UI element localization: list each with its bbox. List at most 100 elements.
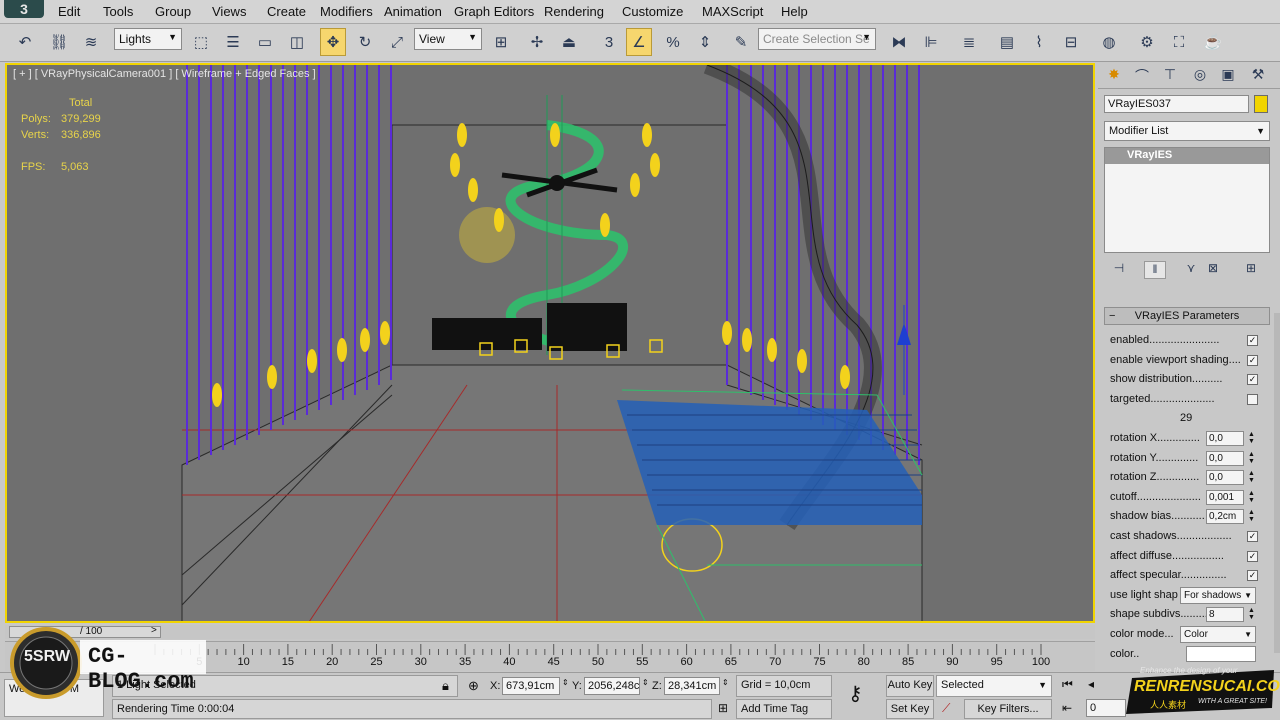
percent-snap-icon[interactable]: % <box>660 28 686 56</box>
schematic-view-icon[interactable]: ⊟ <box>1058 28 1084 56</box>
current-frame-field[interactable]: 0 <box>1086 699 1126 717</box>
named-selection-input[interactable]: Create Selection Se ▼ <box>758 28 876 50</box>
y-coordinate-field[interactable]: 2056,248c <box>584 677 640 695</box>
pin-stack-icon[interactable]: ⊣ <box>1108 261 1130 279</box>
menu-help[interactable]: Help <box>781 4 808 19</box>
menu-views[interactable]: Views <box>212 4 246 19</box>
show-end-result-icon[interactable]: ‖ <box>1144 261 1166 279</box>
edit-named-selections-icon[interactable]: ✎ <box>728 28 754 56</box>
window-crossing-icon[interactable]: ◫ <box>284 28 310 56</box>
spinner-arrows-icon[interactable]: ▲ ▼ <box>1248 490 1255 504</box>
layer-manager-icon[interactable]: ≣ <box>956 28 982 56</box>
key-filters-button[interactable]: Key Filters... <box>964 699 1052 719</box>
rollout-vrayies-parameters[interactable]: − VRayIES Parameters <box>1104 307 1270 325</box>
rotate-icon[interactable]: ↻ <box>352 28 378 56</box>
menu-animation[interactable]: Animation <box>384 4 442 19</box>
menu-tools[interactable]: Tools <box>103 4 133 19</box>
unlink-icon[interactable]: ⛓ <box>46 28 72 56</box>
previous-frame-icon[interactable]: ◂ <box>1088 677 1094 691</box>
graphite-ribbon-icon[interactable]: ▤ <box>994 28 1020 56</box>
move-icon[interactable]: ✥ <box>320 28 346 56</box>
spinner-icon[interactable]: ⇕ <box>562 678 569 687</box>
selection-filter-select[interactable]: Lights ▼ <box>114 28 182 50</box>
viewport-label[interactable]: [ + ] [ VRayPhysicalCamera001 ] [ Wirefr… <box>13 68 316 80</box>
perspective-viewport[interactable]: [ + ] [ VRayPhysicalCamera001 ] [ Wirefr… <box>5 63 1095 623</box>
align-icon[interactable]: ⊫ <box>918 28 944 56</box>
material-editor-icon[interactable]: ◍ <box>1096 28 1122 56</box>
param-checkbox[interactable]: ✓ <box>1247 374 1258 386</box>
param-checkbox[interactable]: ✓ <box>1247 531 1258 542</box>
param-checkbox[interactable]: ✓ <box>1247 550 1258 562</box>
command-panel-scrollbar[interactable] <box>1274 313 1280 653</box>
set-key-icon[interactable]: ⚷ <box>848 681 863 706</box>
lock-selection-icon[interactable]: 🔒︎ <box>442 678 449 694</box>
scale-icon[interactable]: ⤢ <box>384 28 410 56</box>
curve-editor-icon[interactable]: ⌇ <box>1026 28 1052 56</box>
menu-graph-editors[interactable]: Graph Editors <box>454 4 534 19</box>
menu-create[interactable]: Create <box>267 4 306 19</box>
display-tab-icon[interactable]: ▣ <box>1216 66 1240 86</box>
key-mode-select[interactable]: Selected ▼ <box>936 675 1052 697</box>
param-dropdown[interactable]: Color ▼ <box>1180 626 1256 643</box>
set-key-button[interactable]: Set Key <box>886 699 934 719</box>
rendered-frame-window-icon[interactable]: ⛶ <box>1166 28 1192 56</box>
spinner-icon[interactable]: ⇕ <box>722 678 729 687</box>
object-name-field[interactable]: VRayIES037 <box>1104 95 1249 113</box>
spinner-snap-icon[interactable]: ⇕ <box>692 28 718 56</box>
x-coordinate-field[interactable]: 673,91cm <box>502 677 560 695</box>
color-swatch[interactable] <box>1186 645 1256 662</box>
motion-tab-icon[interactable]: ◎ <box>1188 66 1212 86</box>
create-tab-icon[interactable]: ✸ <box>1102 66 1126 86</box>
time-tag-icon[interactable]: ⊞ <box>718 701 728 715</box>
z-coordinate-field[interactable]: 28,341cm <box>664 677 720 695</box>
spinner-arrows-icon[interactable]: ▲ ▼ <box>1248 607 1255 621</box>
param-spinner-field[interactable]: 0,2cm <box>1206 509 1244 525</box>
param-checkbox[interactable]: ✓ <box>1247 354 1258 366</box>
param-checkbox[interactable] <box>1247 393 1258 405</box>
spinner-arrows-icon[interactable]: ▲ ▼ <box>1248 431 1255 445</box>
stack-item-vrayies[interactable]: VRayIES <box>1105 148 1269 164</box>
modify-tab-icon[interactable]: ⌒ <box>1130 66 1154 86</box>
param-spinner-field[interactable]: 0,0 <box>1206 450 1244 466</box>
select-by-name-icon[interactable]: ☰ <box>220 28 246 56</box>
param-spinner-field[interactable]: 0,001 <box>1206 489 1244 505</box>
menu-edit[interactable]: Edit <box>58 4 80 19</box>
go-to-start-icon[interactable]: ⏮ <box>1062 677 1073 692</box>
param-spinner-field[interactable]: 0,0 <box>1206 470 1244 486</box>
make-unique-icon[interactable]: ⋎ <box>1180 261 1202 279</box>
mirror-icon[interactable]: ⧓ <box>886 28 912 56</box>
add-time-tag-button[interactable]: Add Time Tag <box>736 699 832 719</box>
menu-modifiers[interactable]: Modifiers <box>320 4 373 19</box>
rect-selection-icon[interactable]: ▭ <box>252 28 278 56</box>
spinner-icon[interactable]: ⇕ <box>642 678 649 687</box>
angle-snap-icon[interactable]: ∠ <box>626 28 652 56</box>
undo-icon[interactable]: ↶ <box>12 28 38 56</box>
menu-maxscript[interactable]: MAXScript <box>702 4 763 19</box>
render-production-icon[interactable]: ☕ <box>1200 28 1226 56</box>
app-logo-button[interactable]: 3 <box>4 0 44 18</box>
select-manipulate-icon[interactable]: ✢ <box>524 28 550 56</box>
param-spinner-field[interactable]: 0,0 <box>1206 431 1244 446</box>
ref-coord-select[interactable]: View ▼ <box>414 28 482 50</box>
bind-spacewarp-icon[interactable]: ≋ <box>78 28 104 56</box>
modifier-list-select[interactable]: Modifier List ▼ <box>1104 121 1270 141</box>
spinner-arrows-icon[interactable]: ▲ ▼ <box>1248 470 1255 484</box>
key-mode-toggle-icon[interactable]: ⇤ <box>1062 701 1072 715</box>
param-checkbox[interactable]: ✓ <box>1247 570 1258 582</box>
menu-customize[interactable]: Customize <box>622 4 683 19</box>
auto-key-button[interactable]: Auto Key <box>886 675 934 697</box>
absolute-mode-icon[interactable]: ⊕ <box>468 678 479 694</box>
pivot-center-icon[interactable]: ⊞ <box>488 28 514 56</box>
select-object-icon[interactable]: ⬚ <box>188 28 214 56</box>
spinner-arrows-icon[interactable]: ▲ ▼ <box>1248 451 1255 465</box>
remove-modifier-icon[interactable]: ⊠ <box>1202 261 1224 279</box>
menu-group[interactable]: Group <box>155 4 191 19</box>
snaps-toggle-icon[interactable]: 3 <box>596 28 622 56</box>
spinner-arrows-icon[interactable]: ▲ ▼ <box>1248 509 1255 523</box>
keyboard-shortcut-icon[interactable]: ⏏ <box>556 28 582 56</box>
param-spinner-field[interactable]: 8 <box>1206 607 1244 623</box>
render-setup-icon[interactable]: ⚙ <box>1134 28 1160 56</box>
param-checkbox[interactable]: ✓ <box>1247 335 1258 346</box>
utilities-tab-icon[interactable]: ⚒ <box>1246 66 1270 86</box>
object-color-swatch[interactable] <box>1254 95 1268 113</box>
